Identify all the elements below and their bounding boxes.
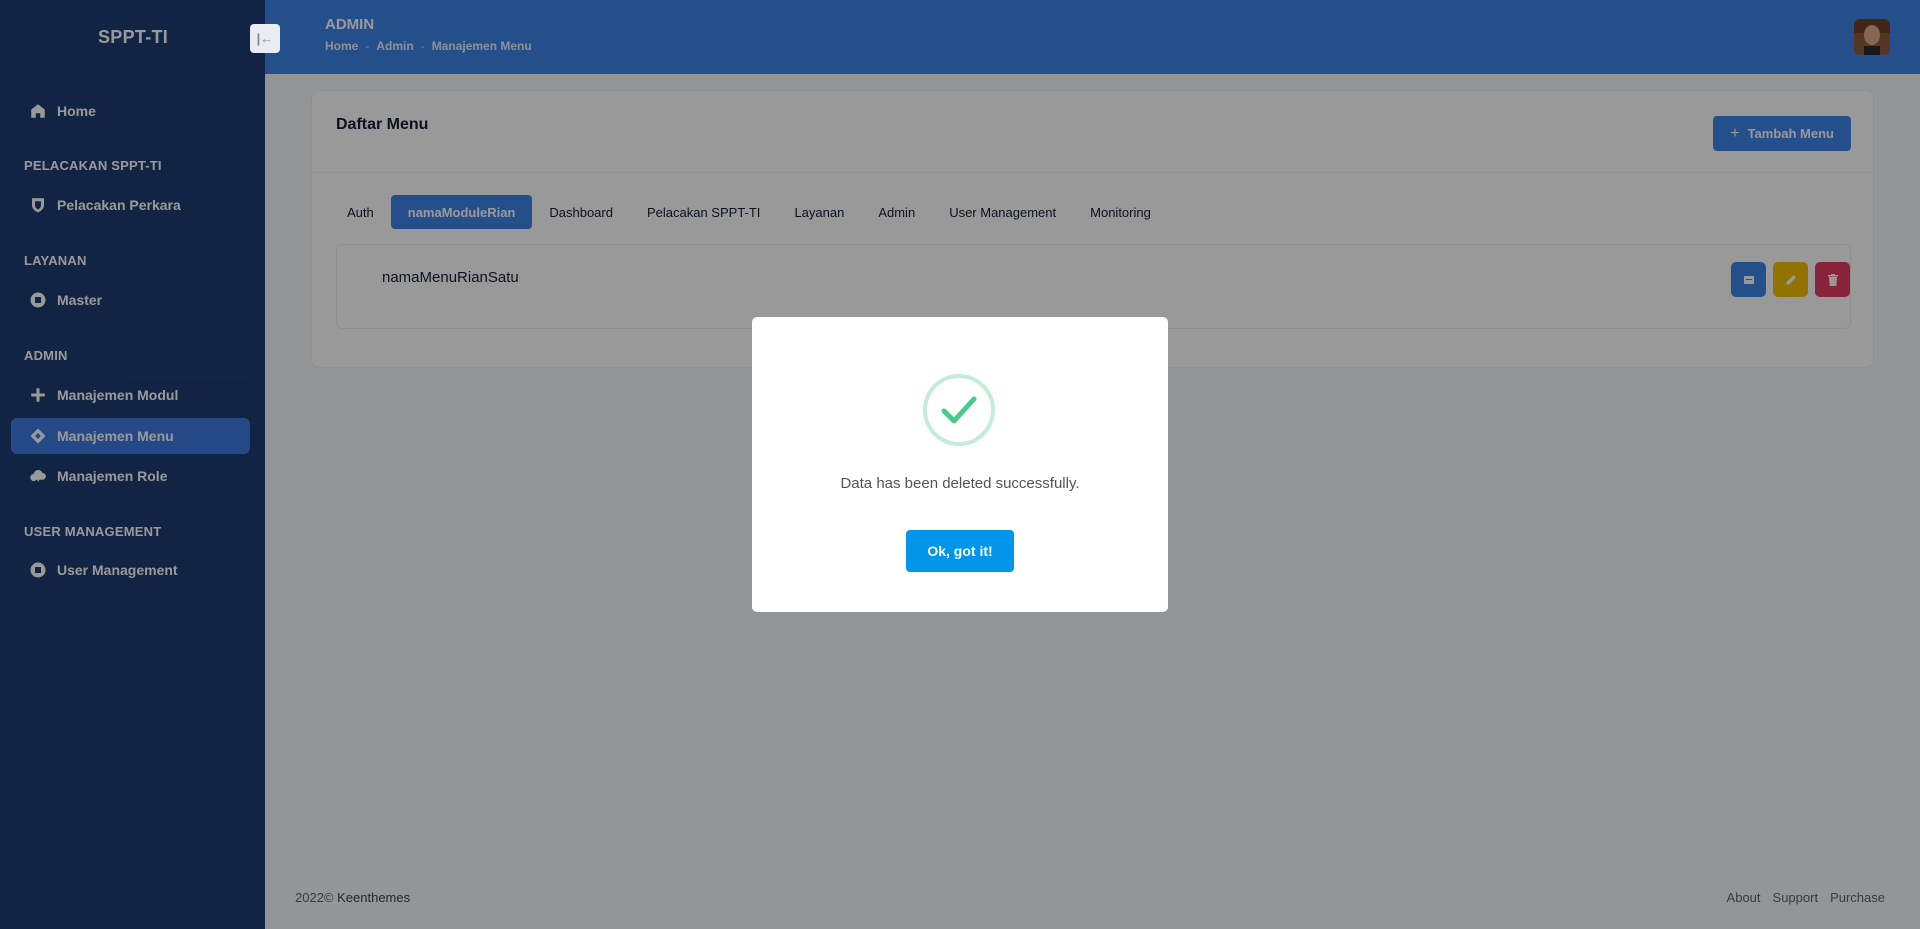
sidebar-collapse-button[interactable]: |← [250, 24, 280, 53]
collapse-left-icon: |← [256, 31, 274, 46]
success-check-icon [923, 374, 995, 446]
confirm-button[interactable]: Ok, got it! [906, 530, 1014, 572]
success-dialog: Data has been deleted successfully. Ok, … [752, 317, 1168, 612]
dialog-message: Data has been deleted successfully. [840, 475, 1080, 492]
